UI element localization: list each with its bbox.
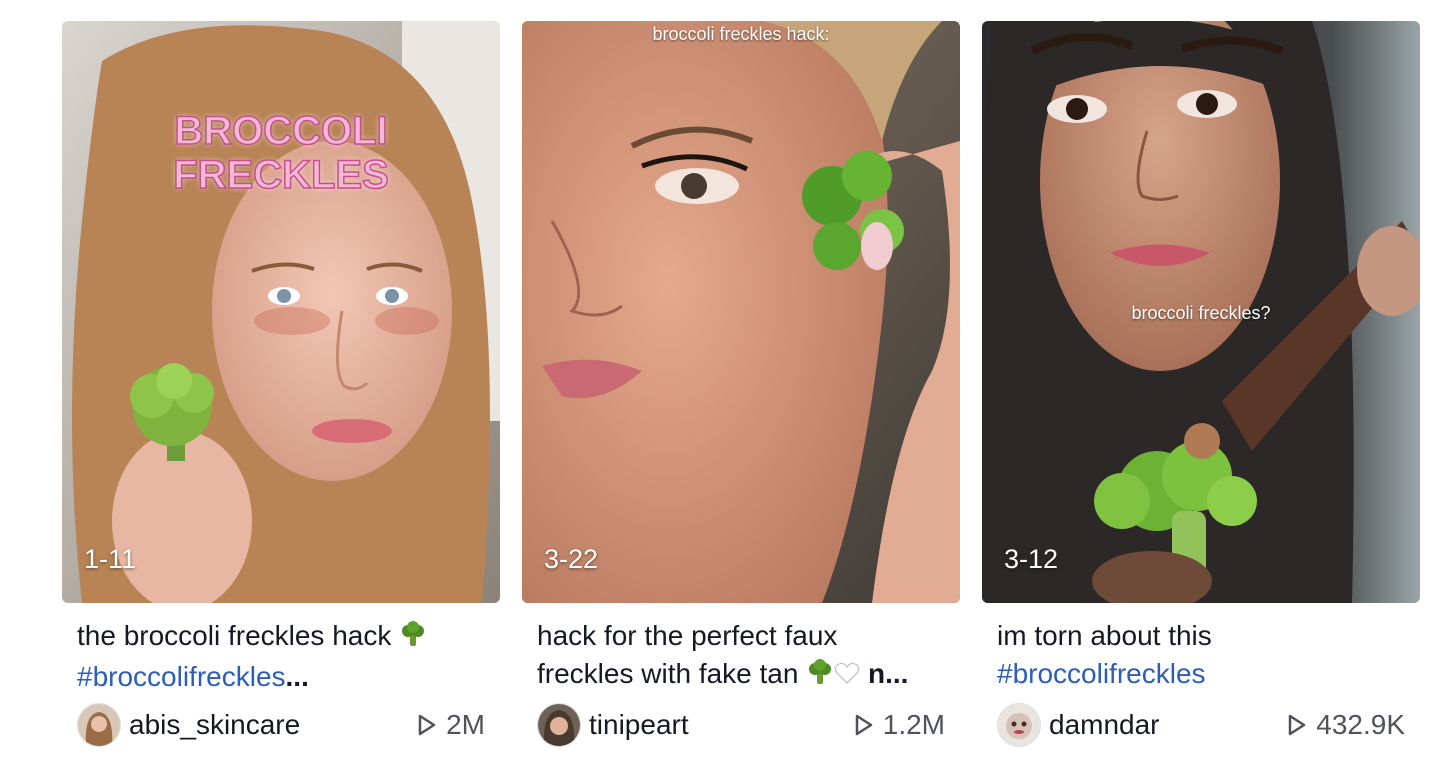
- username[interactable]: tinipeart: [589, 709, 855, 741]
- video-meta: abis_skincare 2M: [77, 703, 485, 747]
- post-date: 3-22: [544, 544, 599, 574]
- white-heart-emoji-icon: [834, 658, 860, 693]
- overlay-line-2: FRECKLES: [172, 152, 389, 198]
- overlay-text: broccoli freckles hack:: [652, 24, 830, 44]
- caption-ellipsis: ...: [285, 661, 309, 692]
- caption-line-1: hack for the perfect faux: [537, 620, 838, 651]
- video-caption[interactable]: hack for the perfect faux freckles with …: [537, 617, 945, 693]
- play-icon: [1289, 714, 1306, 736]
- overlay-line-1: BROCCOLI: [174, 108, 389, 154]
- username[interactable]: damndar: [1049, 709, 1288, 741]
- video-caption[interactable]: im torn about this #broccolifreckles: [997, 617, 1405, 693]
- play-count-value: 1.2M: [882, 709, 945, 740]
- caption-text: the broccoli freckles hack: [77, 620, 400, 651]
- play-count-value: 432.9K: [1316, 709, 1405, 740]
- video-grid: BROCCOLI FRECKLES 1-11 the broccoli frec…: [62, 21, 1420, 747]
- overlay-text: broccoli freckles?: [1131, 303, 1271, 323]
- username[interactable]: abis_skincare: [129, 709, 418, 741]
- video-card[interactable]: BROCCOLI FRECKLES 1-11 the broccoli frec…: [62, 21, 500, 747]
- play-icon: [855, 714, 872, 736]
- video-thumbnail[interactable]: broccoli freckles? 3-12: [982, 21, 1420, 603]
- video-meta: damndar 432.9K: [997, 703, 1405, 747]
- broccoli-emoji-icon: [399, 620, 427, 658]
- avatar[interactable]: [997, 703, 1041, 747]
- play-count: 432.9K: [1288, 709, 1405, 741]
- video-thumbnail[interactable]: broccoli freckles hack: 3-22: [522, 21, 960, 603]
- caption-hashtag[interactable]: #broccolifreckles: [77, 661, 286, 692]
- thumbnail-image: [522, 21, 960, 603]
- avatar[interactable]: [537, 703, 581, 747]
- caption-ellipsis: n...: [860, 658, 909, 689]
- play-count-value: 2M: [446, 709, 485, 740]
- video-card[interactable]: broccoli freckles? 3-12 im torn about th…: [982, 21, 1420, 747]
- video-card[interactable]: broccoli freckles hack: 3-22 hack for th…: [522, 21, 960, 747]
- avatar[interactable]: [77, 703, 121, 747]
- video-thumbnail[interactable]: BROCCOLI FRECKLES 1-11: [62, 21, 500, 603]
- broccoli-emoji-icon: [806, 658, 834, 693]
- caption-line-2: freckles with fake tan: [537, 658, 807, 689]
- post-date: 3-12: [1004, 544, 1059, 574]
- play-icon: [418, 714, 436, 736]
- caption-hashtag[interactable]: #broccolifreckles: [997, 658, 1206, 689]
- play-count: 1.2M: [855, 709, 945, 741]
- post-date: 1-11: [84, 544, 137, 574]
- video-meta: tinipeart 1.2M: [537, 703, 945, 747]
- video-caption[interactable]: the broccoli freckles hack #broccolifrec…: [77, 617, 485, 693]
- caption-text: im torn about this: [997, 620, 1212, 651]
- overlay-title: BROCCOLI FRECKLES: [62, 108, 500, 198]
- play-count: 2M: [418, 709, 485, 741]
